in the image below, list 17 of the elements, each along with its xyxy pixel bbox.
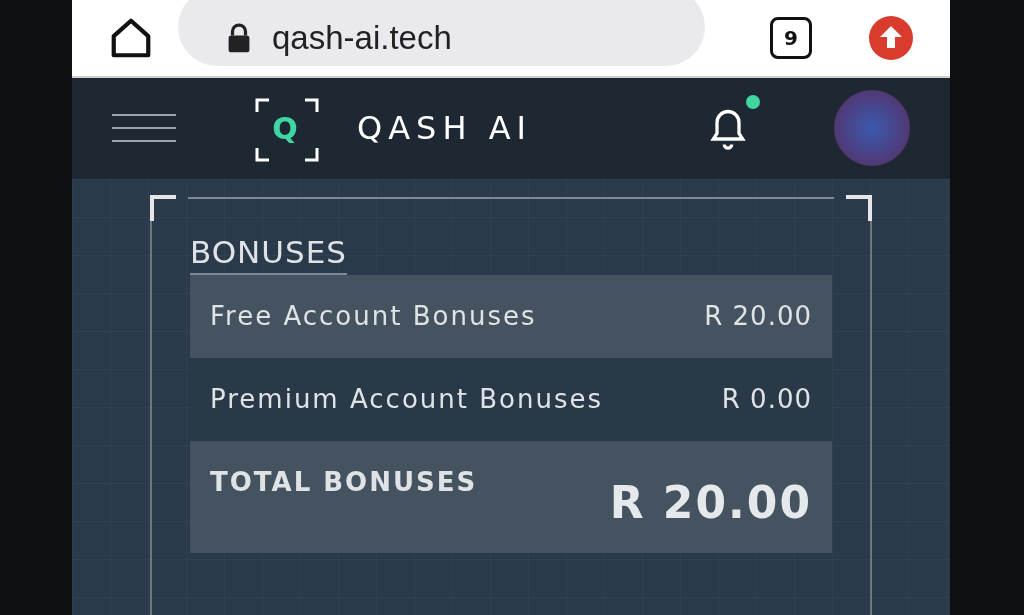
corner-bracket [150,195,176,221]
corner-bracket [846,195,872,221]
lock-icon [226,21,252,54]
bonus-label: Free Account Bonuses [210,300,537,333]
address-bar[interactable]: qash-ai.tech [178,0,705,66]
total-label: TOTAL BONUSES [210,469,478,495]
bonus-label: Premium Account Bonuses [210,383,603,416]
upload-icon[interactable] [868,14,914,61]
logo-letter: Q [272,109,298,148]
menu-icon[interactable] [112,113,176,144]
url-text: qash-ai.tech [272,18,452,58]
total-amount: R 20.00 [609,481,812,525]
bonus-amount: R 20.00 [704,300,812,333]
bonus-amount: R 0.00 [721,383,812,416]
brand-logo[interactable]: Q [253,96,317,161]
tab-count[interactable]: 9 [770,16,812,59]
brand-name: QASH AI [357,108,532,150]
